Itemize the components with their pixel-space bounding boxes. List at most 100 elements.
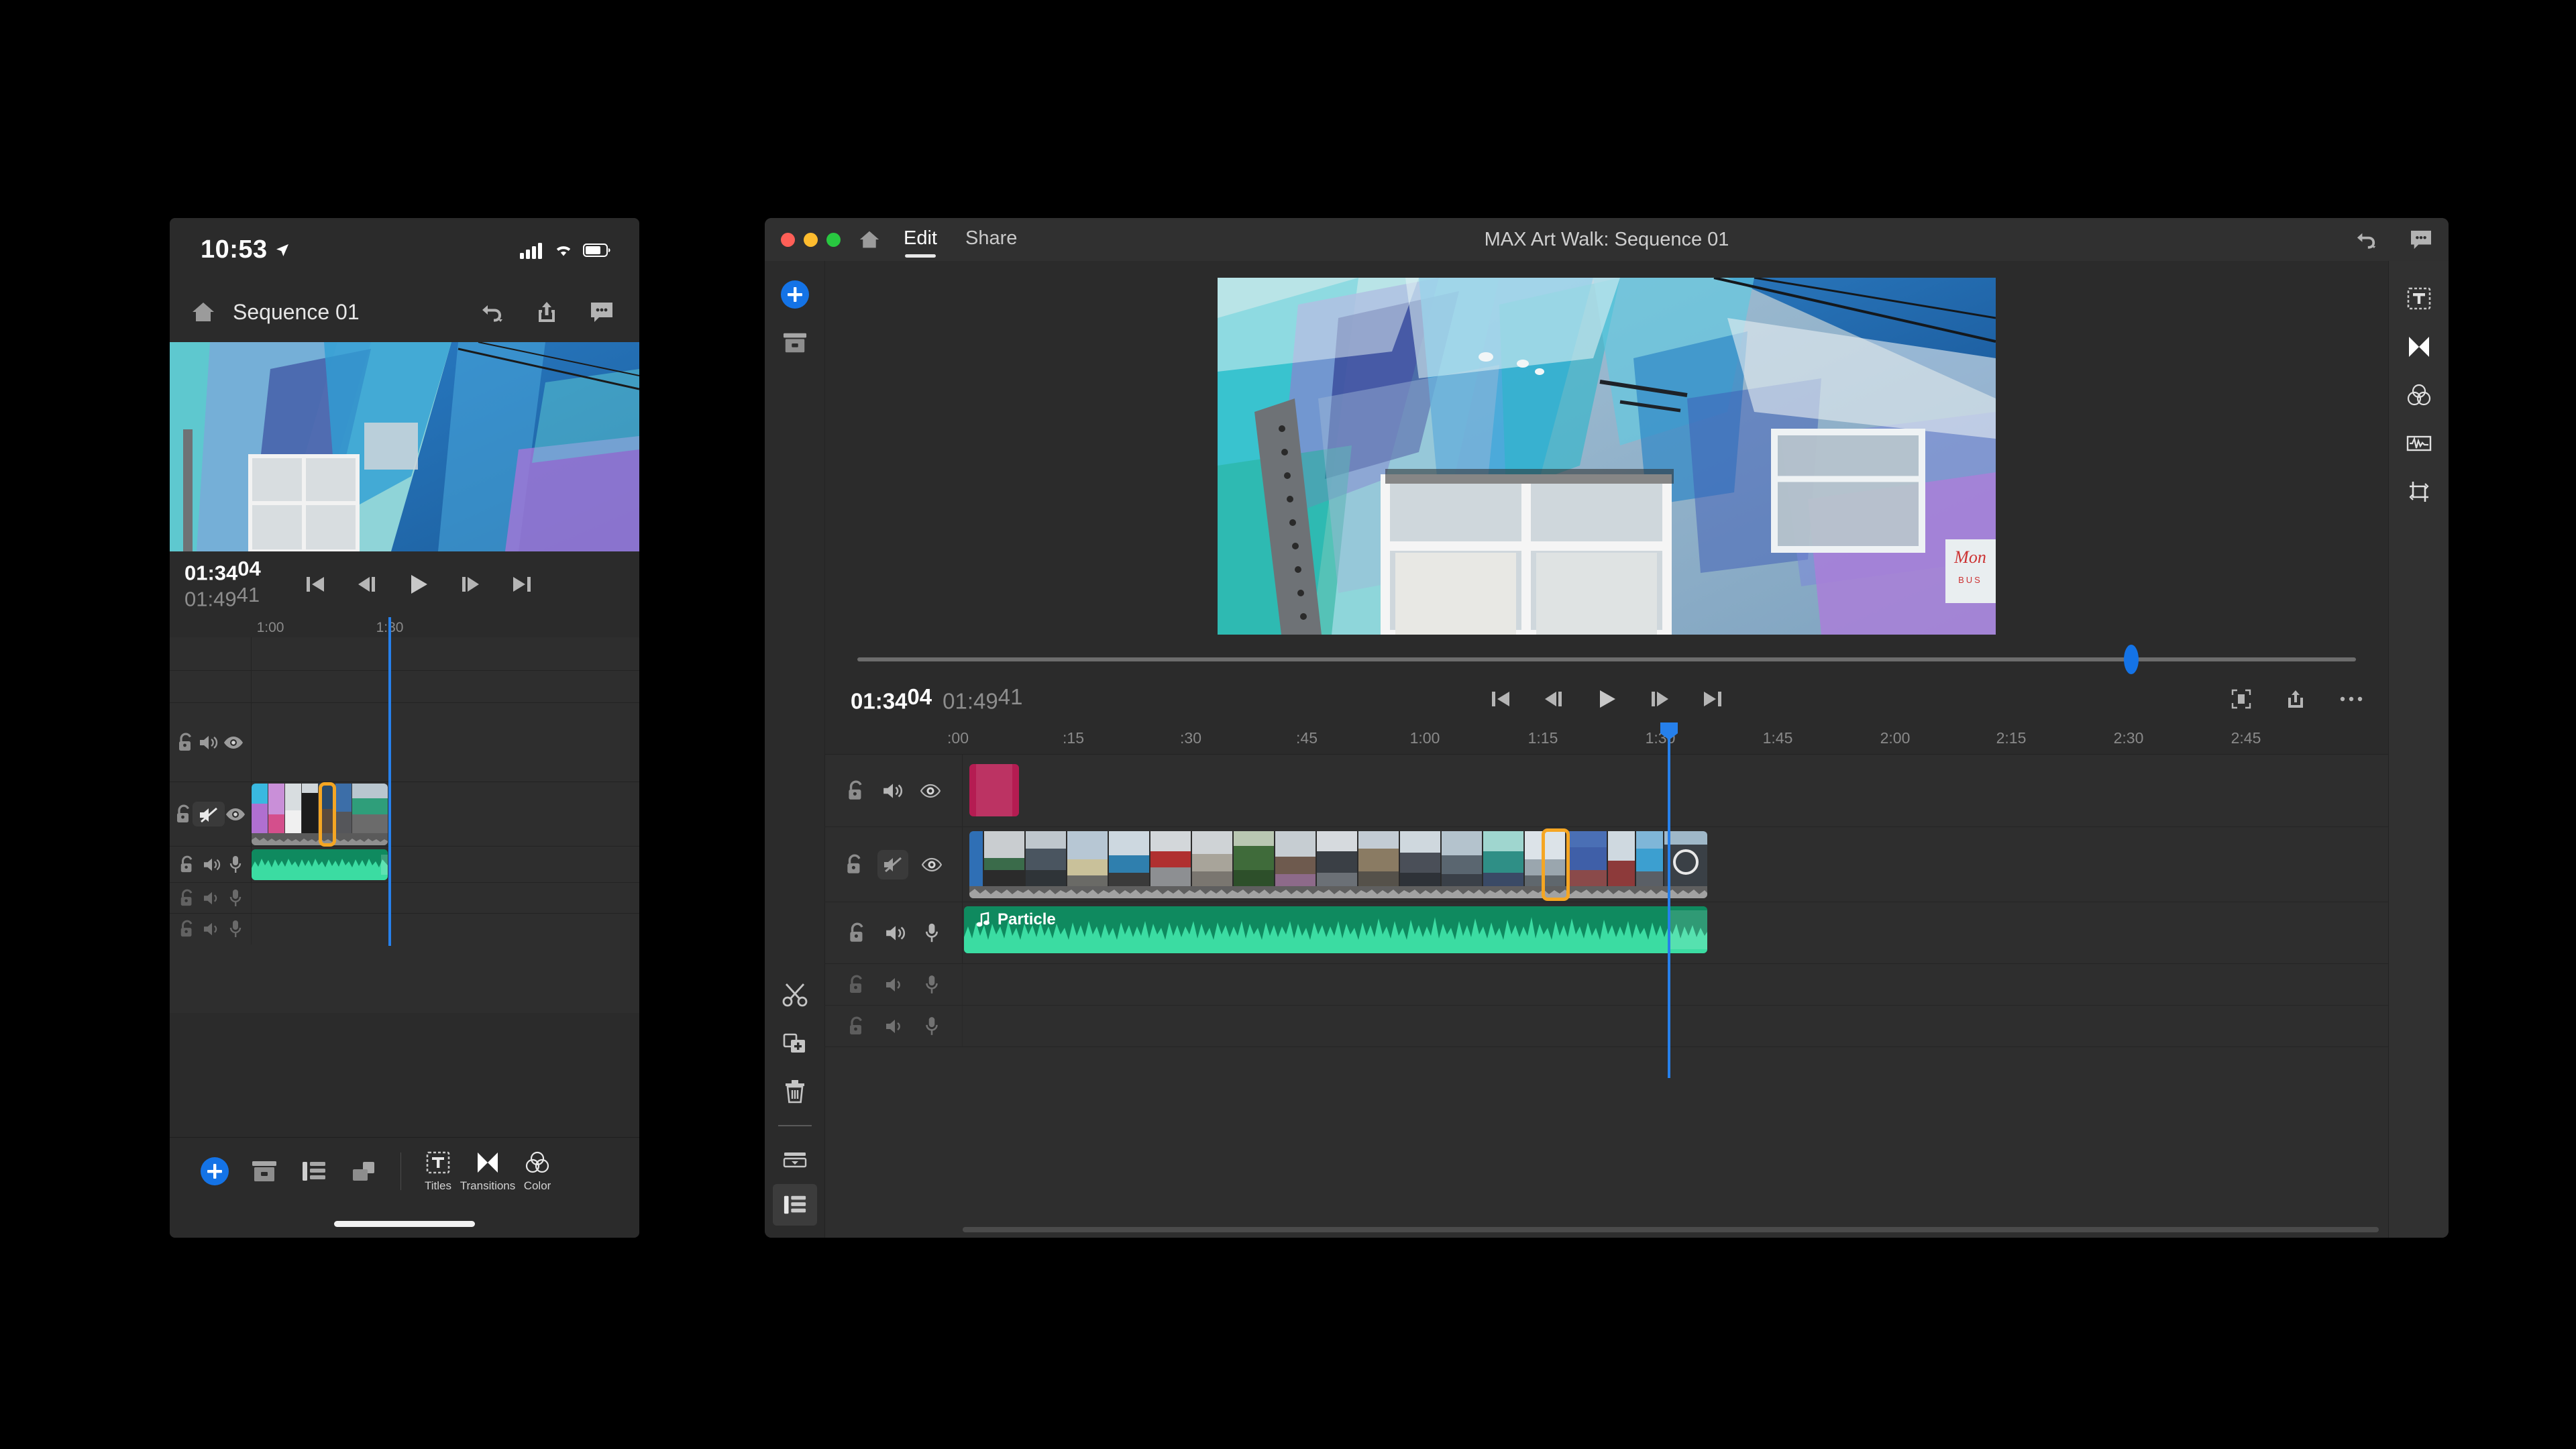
timeline-horizontal-scrollbar[interactable] xyxy=(963,1227,2379,1232)
mobile-titles-button[interactable]: Titles xyxy=(413,1150,463,1193)
mobile-track-audio-2[interactable] xyxy=(170,883,639,914)
comment-icon[interactable] xyxy=(2410,229,2432,250)
lock-icon[interactable] xyxy=(175,804,193,824)
tab-edit[interactable]: Edit xyxy=(904,227,937,252)
mobile-preview[interactable] xyxy=(170,342,639,551)
mobile-go-to-start-button[interactable] xyxy=(305,574,325,594)
maximize-button[interactable] xyxy=(826,233,841,247)
program-monitor[interactable]: Mon BUS xyxy=(1218,278,1996,635)
speaker-icon[interactable] xyxy=(885,1018,905,1035)
mute-icon[interactable] xyxy=(193,802,225,826)
mobile-overlay-button[interactable] xyxy=(339,1159,388,1184)
lock-icon[interactable] xyxy=(177,733,195,753)
mobile-transitions-button[interactable]: Transitions xyxy=(463,1150,513,1193)
eye-icon[interactable] xyxy=(922,857,942,873)
speaker-icon[interactable] xyxy=(882,782,904,800)
track-audio-2[interactable] xyxy=(825,964,2388,1006)
eye-icon[interactable] xyxy=(920,783,941,799)
fullscreen-icon[interactable] xyxy=(2231,689,2251,709)
speaker-icon[interactable] xyxy=(885,924,906,943)
track-lane-title[interactable] xyxy=(963,755,2388,826)
track-audio-1[interactable]: Particle xyxy=(825,902,2388,964)
track-title[interactable] xyxy=(825,755,2388,827)
cut-button[interactable] xyxy=(765,971,825,1019)
mobile-step-back-button[interactable] xyxy=(356,574,376,594)
desktop-go-to-end-button[interactable] xyxy=(1703,689,1723,709)
microphone-icon[interactable] xyxy=(229,855,242,874)
mobile-color-button[interactable]: Color xyxy=(513,1150,562,1193)
desktop-go-to-start-button[interactable] xyxy=(1491,689,1511,709)
mute-icon[interactable] xyxy=(877,850,908,879)
more-options-icon[interactable] xyxy=(2340,695,2363,703)
timeline-ruler[interactable]: :00 :15 :30 :45 1:00 1:15 1:30 1:45 2:00… xyxy=(825,722,2388,755)
mobile-track-title[interactable] xyxy=(170,703,639,782)
scrubber-track[interactable] xyxy=(857,657,2356,661)
microphone-icon[interactable] xyxy=(924,975,939,995)
undo-icon[interactable] xyxy=(480,301,504,323)
home-icon[interactable] xyxy=(858,229,881,250)
track-audio-3[interactable] xyxy=(825,1006,2388,1047)
track-lane-audio-3[interactable] xyxy=(963,1006,2388,1046)
minimize-button[interactable] xyxy=(804,233,818,247)
eye-icon[interactable] xyxy=(223,735,244,750)
microphone-icon[interactable] xyxy=(229,920,242,938)
speaker-icon[interactable] xyxy=(203,857,221,873)
mobile-timeline-ruler[interactable]: 1:00 1:30 xyxy=(170,617,639,637)
mobile-timeline-tracks[interactable] xyxy=(170,637,639,1013)
mobile-add-media-button[interactable] xyxy=(190,1156,239,1187)
lock-icon[interactable] xyxy=(847,780,865,802)
mobile-media-browser-button[interactable] xyxy=(239,1159,289,1184)
preview-scrubber[interactable] xyxy=(825,643,2388,676)
media-browser-button[interactable] xyxy=(765,319,825,367)
mobile-go-to-end-button[interactable] xyxy=(512,574,532,594)
home-icon[interactable] xyxy=(191,301,215,323)
color-panel-button[interactable] xyxy=(2389,371,2449,419)
microphone-icon[interactable] xyxy=(924,1016,939,1036)
share-icon[interactable] xyxy=(536,301,557,323)
scrubber-handle[interactable] xyxy=(2124,645,2139,674)
close-button[interactable] xyxy=(781,233,795,247)
lock-icon[interactable] xyxy=(848,922,867,944)
window-controls[interactable] xyxy=(781,233,841,247)
mobile-video-clip[interactable] xyxy=(252,784,388,845)
track-video[interactable] xyxy=(825,827,2388,902)
mobile-play-button[interactable] xyxy=(407,573,430,596)
audio-panel-button[interactable] xyxy=(2389,419,2449,468)
lock-icon[interactable] xyxy=(179,889,195,908)
track-lane-video[interactable] xyxy=(963,827,2388,902)
duplicate-button[interactable] xyxy=(765,1019,825,1067)
speaker-icon[interactable] xyxy=(203,890,221,906)
microphone-icon[interactable] xyxy=(229,889,242,908)
lock-icon[interactable] xyxy=(848,975,865,995)
timeline-panel[interactable]: :00 :15 :30 :45 1:00 1:15 1:30 1:45 2:00… xyxy=(825,722,2388,1238)
audio-clip[interactable]: Particle xyxy=(964,906,1707,953)
add-media-button[interactable] xyxy=(765,270,825,319)
speaker-icon[interactable] xyxy=(885,976,905,994)
transform-panel-button[interactable] xyxy=(2389,468,2449,516)
timeline-playhead[interactable] xyxy=(1668,722,1670,1078)
mobile-track-audio-1[interactable] xyxy=(170,847,639,883)
lock-icon[interactable] xyxy=(179,855,195,874)
properties-button[interactable] xyxy=(773,1184,817,1226)
lock-icon[interactable] xyxy=(845,854,864,875)
collapse-tracks-button[interactable] xyxy=(765,1136,825,1184)
undo-icon[interactable] xyxy=(2355,229,2377,250)
mobile-step-forward-button[interactable] xyxy=(461,574,481,594)
mobile-track-audio-3[interactable] xyxy=(170,914,639,945)
mobile-audio-clip[interactable] xyxy=(252,849,388,880)
desktop-step-forward-button[interactable] xyxy=(1650,689,1670,709)
transitions-panel-button[interactable] xyxy=(2389,323,2449,371)
export-share-icon[interactable] xyxy=(2286,689,2305,709)
tab-share[interactable]: Share xyxy=(965,227,1017,252)
comment-icon[interactable] xyxy=(590,301,614,323)
eye-icon[interactable] xyxy=(225,807,246,822)
desktop-play-button[interactable] xyxy=(1595,688,1618,710)
mobile-playhead[interactable] xyxy=(388,617,391,946)
trash-icon[interactable] xyxy=(765,1067,825,1116)
speaker-icon[interactable] xyxy=(203,921,221,937)
timeline-tracks[interactable]: Particle xyxy=(825,755,2388,1238)
title-clip[interactable] xyxy=(969,764,1019,816)
titles-panel-button[interactable] xyxy=(2389,274,2449,323)
microphone-icon[interactable] xyxy=(924,922,939,944)
lock-icon[interactable] xyxy=(179,920,195,938)
